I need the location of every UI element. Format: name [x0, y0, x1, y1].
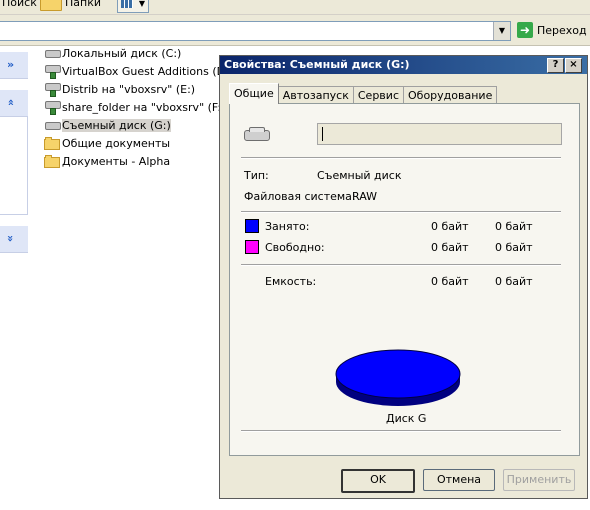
- filesystem-value: RAW: [352, 190, 377, 203]
- search-button[interactable]: Поиск: [2, 0, 37, 9]
- text-caret: [322, 127, 323, 141]
- filesystem-label: Файловая система:: [244, 190, 356, 203]
- network-drive-icon: [44, 82, 61, 97]
- go-arrow-icon: ➜: [517, 22, 533, 38]
- tab-autoplay[interactable]: Автозапуск: [277, 86, 354, 104]
- capacity-label: Емкость:: [265, 275, 317, 288]
- go-label: Переход: [537, 23, 587, 37]
- cancel-button[interactable]: Отмена: [423, 469, 495, 491]
- free-size: 0 байт: [495, 241, 533, 254]
- help-button[interactable]: ?: [547, 58, 564, 73]
- go-button[interactable]: ➜ Переход: [517, 22, 587, 38]
- tree-item-drive-c[interactable]: Локальный диск (C:): [44, 44, 233, 62]
- drive-list: Локальный диск (C:) VirtualBox Guest Add…: [44, 44, 233, 170]
- capacity-size: 0 байт: [495, 275, 533, 288]
- tree-item-drive-g[interactable]: Съемный диск (G:): [44, 116, 233, 134]
- disk-usage-pie-chart: [335, 349, 461, 406]
- task-pane-header-1[interactable]: »: [0, 52, 28, 79]
- network-drive-icon: [44, 64, 61, 79]
- capacity-bytes: 0 байт: [431, 275, 469, 288]
- divider: [241, 157, 561, 159]
- used-color-swatch: [245, 219, 259, 233]
- tab-tools[interactable]: Сервис: [352, 86, 404, 104]
- tree-item-drive-e[interactable]: Distrib на "vboxsrv" (E:): [44, 80, 233, 98]
- tree-item-shared-documents[interactable]: Общие документы: [44, 134, 233, 152]
- removable-drive-icon: [244, 127, 270, 141]
- task-pane: » » »: [0, 46, 28, 510]
- general-panel: Тип: Съемный диск Файловая система: RAW …: [229, 103, 580, 456]
- tab-strip: Общие Автозапуск Сервис Оборудование: [229, 83, 498, 104]
- views-button[interactable]: ▼: [117, 0, 149, 13]
- used-label: Занято:: [265, 220, 310, 233]
- explorer-toolbar: Поиск Папки ▼: [0, 0, 590, 15]
- folder-icon: [44, 136, 60, 150]
- task-pane-body: [0, 117, 28, 215]
- chevron-double-up-icon[interactable]: »: [4, 99, 17, 106]
- used-size: 0 байт: [495, 220, 533, 233]
- network-drive-icon: [44, 100, 61, 115]
- tree-item-alpha-documents[interactable]: Документы - Alpha: [44, 152, 233, 170]
- tree-item-drive-f[interactable]: share_folder на "vboxsrv" (F:): [44, 98, 233, 116]
- divider: [241, 264, 561, 266]
- free-bytes: 0 байт: [431, 241, 469, 254]
- free-color-swatch: [245, 240, 259, 254]
- pie-top: [335, 349, 461, 399]
- address-input[interactable]: ▼: [0, 21, 511, 41]
- folders-label: Папки: [65, 0, 101, 9]
- chevron-double-down-icon[interactable]: »: [7, 58, 14, 71]
- folders-button[interactable]: Папки: [40, 0, 101, 11]
- views-icon: [121, 0, 133, 8]
- free-label: Свободно:: [265, 241, 325, 254]
- chevron-double-down-icon[interactable]: »: [4, 235, 17, 242]
- close-button[interactable]: ×: [565, 58, 582, 73]
- type-label: Тип:: [244, 169, 269, 182]
- tab-hardware[interactable]: Оборудование: [403, 86, 498, 104]
- chevron-down-icon: ▼: [138, 0, 145, 8]
- tab-general[interactable]: Общие: [229, 83, 279, 104]
- folders-icon: [40, 0, 62, 11]
- divider: [241, 211, 561, 213]
- ok-button[interactable]: OK: [341, 469, 415, 493]
- disk-label: Диск G: [386, 412, 427, 425]
- removable-drive-icon: [44, 118, 61, 132]
- address-bar: ▼ ➜ Переход: [0, 15, 590, 46]
- folder-icon: [44, 154, 60, 168]
- task-pane-header-3[interactable]: »: [0, 226, 28, 253]
- used-bytes: 0 байт: [431, 220, 469, 233]
- address-dropdown-button[interactable]: ▼: [493, 22, 510, 40]
- tree-item-drive-d[interactable]: VirtualBox Guest Additions (D:): [44, 62, 233, 80]
- properties-dialog: Свойства: Съемный диск (G:) ? × Общие Ав…: [219, 55, 588, 499]
- type-value: Съемный диск: [317, 169, 402, 182]
- dialog-titlebar[interactable]: Свойства: Съемный диск (G:) ? ×: [220, 56, 587, 74]
- divider: [241, 430, 561, 432]
- task-pane-header-2[interactable]: »: [0, 90, 28, 117]
- drive-icon: [44, 46, 61, 60]
- dialog-title: Свойства: Съемный диск (G:): [224, 58, 410, 71]
- volume-name-input[interactable]: [317, 123, 562, 145]
- apply-button[interactable]: Применить: [503, 469, 575, 491]
